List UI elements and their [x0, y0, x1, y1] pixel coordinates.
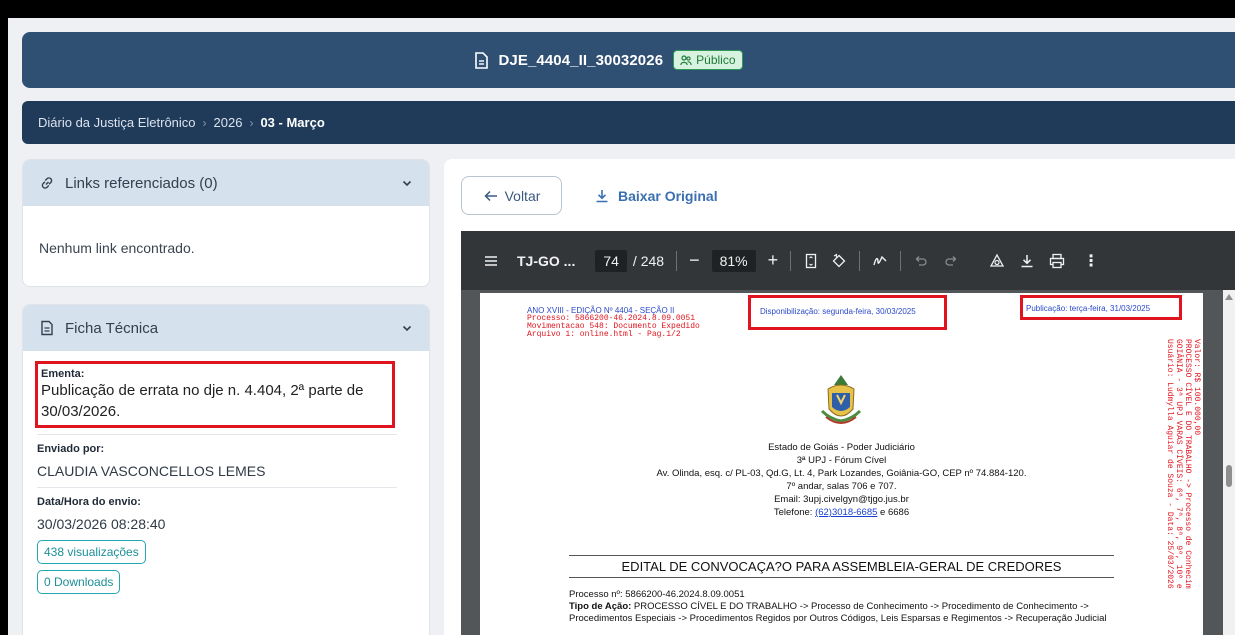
- page-vertical-stamp: Valor: R$ 100.000,00 PROCESSO CÍVEL E DO…: [1165, 339, 1201, 635]
- arrow-left-icon: [484, 190, 497, 201]
- chevron-down-icon: [402, 325, 412, 332]
- redo-icon[interactable]: [943, 253, 959, 269]
- links-panel: Links referenciados (0) Nenhum link enco…: [22, 159, 430, 287]
- links-panel-title: Links referenciados (0): [65, 174, 218, 192]
- toolbar-separator: [676, 250, 678, 271]
- stamp-line-4: Usuário: Ludmylla Aguiar de Souza - Data…: [1165, 339, 1174, 589]
- page-org-line-5: Email: 3upj.civelgyn@tjgo.jus.br: [774, 494, 909, 505]
- pdf-toolbar: TJ-GO ... 74 / 248 − 81% + ⋮: [461, 231, 1235, 290]
- document-viewer-panel: Voltar Baixar Original TJ-GO ... 74 / 24…: [444, 159, 1235, 635]
- data-envio-value: 30/03/2026 08:28:40: [37, 516, 166, 532]
- download-original-label: Baixar Original: [618, 187, 718, 204]
- screen-border-left: [0, 0, 8, 635]
- coat-of-arms-icon: [820, 375, 862, 424]
- fit-page-icon[interactable]: [803, 253, 819, 269]
- page-phone-link[interactable]: (62)3018-6685: [815, 507, 877, 518]
- users-icon: [680, 55, 692, 66]
- toolbar-separator: [900, 250, 902, 271]
- download-original-button[interactable]: Baixar Original: [594, 176, 718, 215]
- page-org-line-6: Telefone: (62)3018-6685 e 6686: [480, 506, 1203, 519]
- stamp-line-2: PROCESSO CÍVEL E DO TRABALHO -> Processo…: [1183, 339, 1192, 589]
- annotate-icon[interactable]: [989, 253, 1005, 269]
- breadcrumb: Diário da Justiça Eletrônico › 2026 › 03…: [22, 101, 1235, 144]
- stamp-line-1: Valor: R$ 100.000,00: [1192, 339, 1201, 436]
- more-options-icon[interactable]: ⋮: [1083, 251, 1099, 271]
- page-org-line-1: Estado de Goiás - Poder Judiciário: [768, 442, 915, 453]
- zoom-in-icon[interactable]: +: [768, 250, 779, 271]
- page-number-input[interactable]: 74: [595, 249, 627, 272]
- ficha-panel-header[interactable]: Ficha Técnica: [23, 305, 429, 351]
- back-button[interactable]: Voltar: [461, 176, 562, 215]
- page-phone-prefix: Telefone:: [773, 507, 816, 518]
- undo-icon[interactable]: [913, 253, 929, 269]
- breadcrumb-separator: ›: [202, 115, 207, 130]
- menu-icon[interactable]: [483, 253, 499, 269]
- draw-icon[interactable]: [872, 253, 888, 269]
- document-icon: [475, 51, 489, 69]
- rotate-icon[interactable]: [831, 252, 847, 269]
- page-org-line-2: 3ª UPJ - Fórum Cível: [796, 455, 887, 466]
- page-process-block: Processo nº: 5866200-46.2024.8.09.0051 T…: [569, 589, 1114, 625]
- pdf-page: ANO XVIII - EDIÇÃO Nº 4404 - SEÇÃO II Pr…: [480, 293, 1203, 635]
- print-icon[interactable]: [1049, 253, 1065, 269]
- ementa-value: Publicação de errata no dje n. 4.404, 2ª…: [41, 382, 364, 420]
- pdf-doc-title: TJ-GO ...: [517, 252, 576, 269]
- downloads-badge: 0 Downloads: [37, 570, 121, 594]
- download-icon: [596, 189, 608, 202]
- toolbar-separator: [790, 250, 792, 271]
- document-header: DJE_4404_II_30032026 Público: [22, 32, 1235, 88]
- breadcrumb-separator: ›: [249, 115, 254, 130]
- pdf-scrollbar[interactable]: [1223, 290, 1235, 635]
- divider: [37, 487, 397, 488]
- pdf-viewer: TJ-GO ... 74 / 248 − 81% + ⋮ ANO XVIII -…: [461, 231, 1235, 635]
- page-tipo-label: Tipo de Ação:: [569, 601, 632, 612]
- stamp-line-3: GOIÂNIA - 3ª UPJ VARAS CÍVEIS: 6ª, 7ª, 8…: [1174, 339, 1183, 589]
- page-tipo-value: PROCESSO CÍVEL E DO TRABALHO -> Processo…: [569, 601, 1107, 624]
- back-button-label: Voltar: [504, 187, 541, 204]
- ficha-panel-title: Ficha Técnica: [65, 319, 159, 337]
- links-panel-header[interactable]: Links referenciados (0): [23, 160, 429, 206]
- screen-border-top: [0, 0, 1235, 18]
- page-tipo-acao: Tipo de Ação: PROCESSO CÍVEL E DO TRABAL…: [569, 601, 1114, 625]
- enviado-value: CLAUDIA VASCONCELLOS LEMES: [37, 463, 266, 479]
- public-badge-label: Público: [696, 53, 736, 67]
- breadcrumb-current: 03 - Março: [260, 115, 325, 130]
- page-proc-number: Processo nº: 5866200-46.2024.8.09.0051: [569, 589, 745, 600]
- enviado-label: Enviado por:: [37, 443, 105, 455]
- breadcrumb-item-dje[interactable]: Diário da Justiça Eletrônico: [38, 115, 196, 130]
- ficha-panel: Ficha Técnica Ementa: Publicação de erra…: [22, 304, 430, 635]
- public-badge: Público: [673, 50, 743, 70]
- page-publicacao: Publicação: terça-feira, 31/03/2025: [1026, 304, 1151, 313]
- ementa-label: Ementa:: [41, 368, 85, 380]
- page-arquivo: Arquivo 1: online.html - Pag.1/2: [527, 330, 681, 339]
- page-total: / 248: [632, 252, 665, 269]
- scrollbar-thumb[interactable]: [1226, 465, 1232, 487]
- data-envio-label: Data/Hora do envio:: [37, 496, 141, 508]
- views-badge: 438 visualizações: [37, 540, 146, 564]
- chevron-down-icon: [402, 180, 412, 187]
- link-icon: [41, 177, 53, 189]
- document-icon: [41, 320, 53, 336]
- page-org-line-4: 7º andar, salas 706 e 707.: [786, 481, 897, 492]
- page-disponibilizacao: Disponibilização: segunda-feira, 30/03/2…: [760, 307, 916, 316]
- page-phone-suffix: e 6686: [877, 507, 910, 518]
- download-icon[interactable]: [1019, 253, 1035, 269]
- toolbar-separator: [859, 250, 861, 271]
- links-empty-text: Nenhum link encontrado.: [39, 240, 195, 256]
- zoom-level-input[interactable]: 81%: [711, 249, 756, 272]
- app-frame: DJE_4404_II_30032026 Público Diário da J…: [8, 18, 1235, 635]
- zoom-out-icon[interactable]: −: [689, 250, 700, 271]
- page-edital-title: EDITAL DE CONVOCAÇA?O PARA ASSEMBLEIA-GE…: [569, 555, 1114, 578]
- ementa-highlight: Ementa: Publicação de errata no dje n. 4…: [35, 361, 395, 428]
- divider: [37, 434, 397, 435]
- breadcrumb-item-year[interactable]: 2026: [214, 115, 243, 130]
- document-title: DJE_4404_II_30032026: [498, 51, 664, 69]
- scroll-up-icon[interactable]: [1225, 294, 1233, 300]
- page-org-line-3: Av. Olinda, esq. c/ PL-03, Qd.G, Lt. 4, …: [656, 468, 1027, 479]
